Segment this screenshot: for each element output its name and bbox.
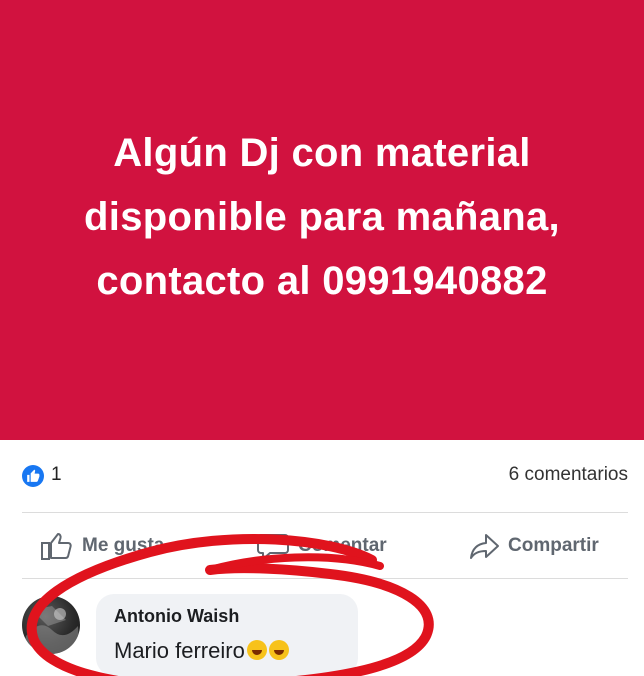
like-button[interactable]: Me gusta xyxy=(40,528,164,564)
post-text: Algún Dj con material disponible para ma… xyxy=(84,131,560,303)
comments-count[interactable]: 6 comentarios xyxy=(509,464,628,486)
share-button[interactable]: Compartir xyxy=(468,528,599,564)
comment-text: Mario ferreiro xyxy=(114,638,289,664)
comment-outline-icon xyxy=(256,531,290,561)
comment-author[interactable]: Antonio Waish xyxy=(114,606,239,627)
comment-label: Comentar xyxy=(298,535,387,556)
share-label: Compartir xyxy=(508,535,599,556)
avatar[interactable] xyxy=(22,596,80,654)
divider xyxy=(22,512,628,513)
thumbs-up-icon[interactable] xyxy=(22,465,44,487)
like-outline-icon xyxy=(40,531,74,561)
like-label: Me gusta xyxy=(82,535,165,556)
laughing-emoji-icon xyxy=(268,640,289,660)
comment-text-content: Mario ferreiro xyxy=(114,638,245,663)
post-banner: Algún Dj con material disponible para ma… xyxy=(0,0,644,440)
share-outline-icon xyxy=(468,531,500,561)
laughing-emoji-icon xyxy=(246,640,267,660)
divider xyxy=(22,578,628,579)
like-count[interactable]: 1 xyxy=(51,464,62,486)
comment-button[interactable]: Comentar xyxy=(256,528,387,564)
